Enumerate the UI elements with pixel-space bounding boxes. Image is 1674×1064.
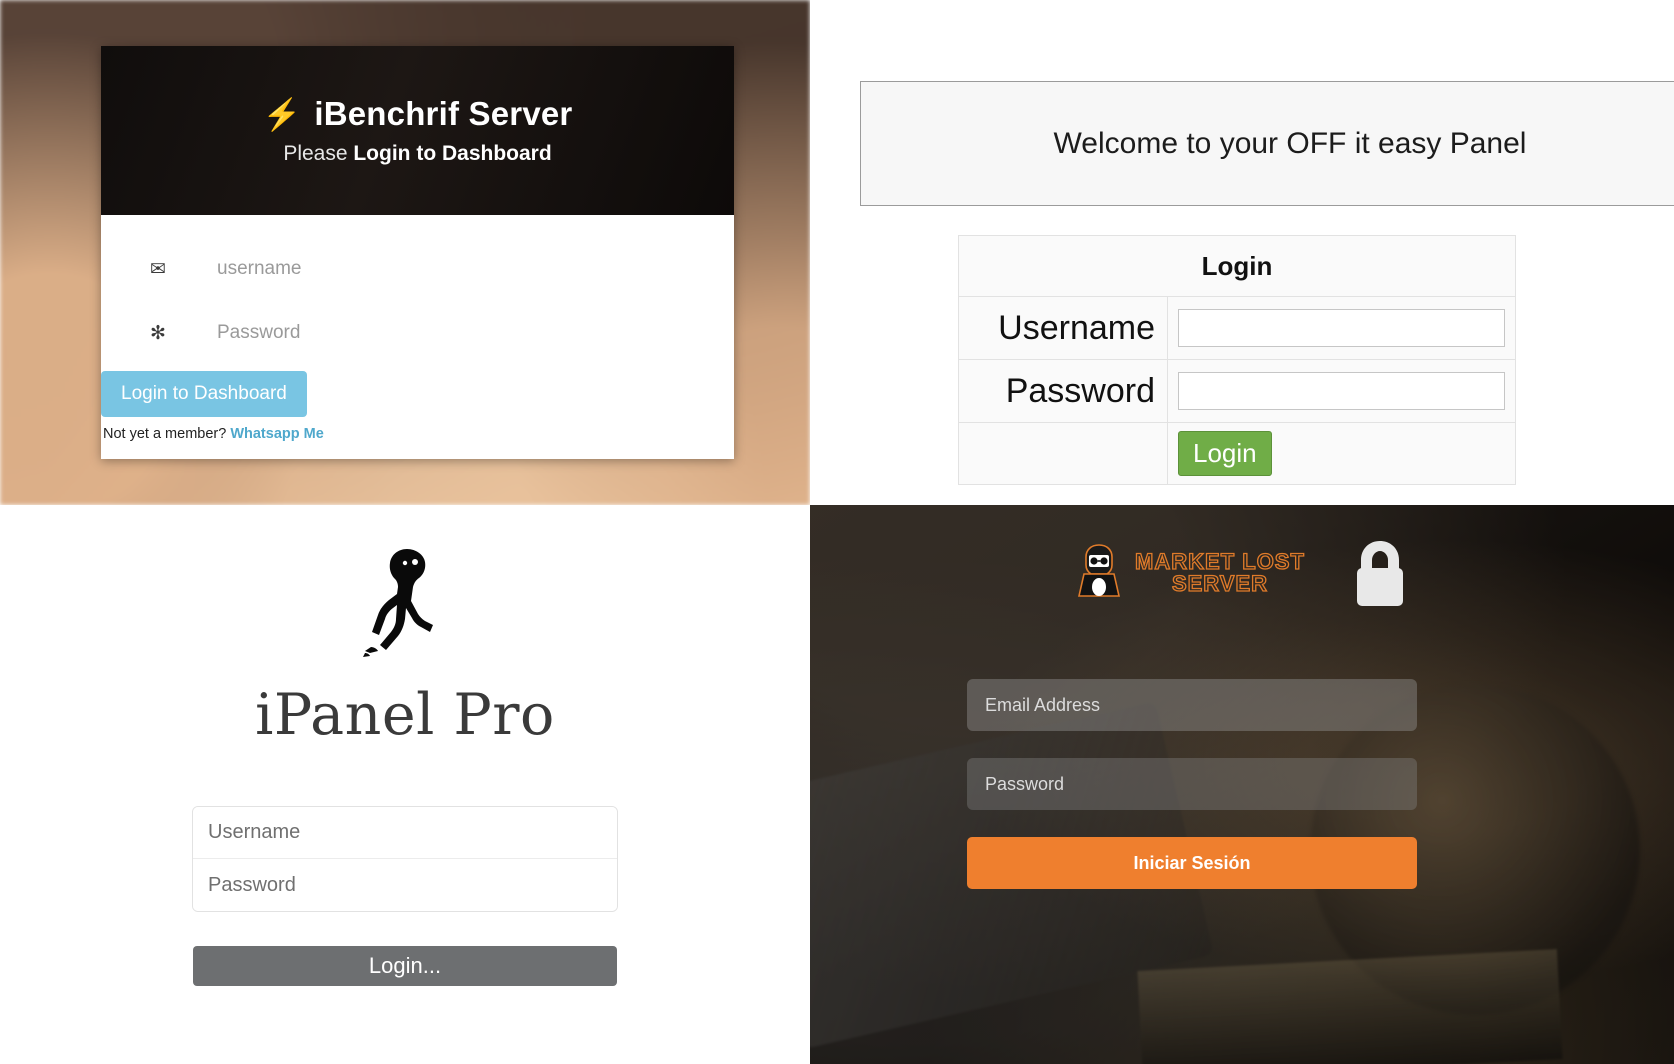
card-header: ⚡ iBenchrif Server Please Login to Dashb… xyxy=(101,46,734,215)
brand-line-1: MARKET LOST xyxy=(1134,549,1305,574)
email-input[interactable] xyxy=(967,679,1417,731)
login-screens-collage: ⚡ iBenchrif Server Please Login to Dashb… xyxy=(0,0,1674,1064)
empty-cell xyxy=(958,422,1168,485)
password-label: Password xyxy=(958,359,1168,423)
signup-footer: Not yet a member? Whatsapp Me xyxy=(101,417,734,442)
password-input[interactable] xyxy=(1178,372,1505,410)
username-input[interactable] xyxy=(1178,309,1505,347)
password-row[interactable]: ✻ Password xyxy=(101,301,734,365)
username-row[interactable]: ✉ username xyxy=(101,237,734,301)
username-row: Username xyxy=(958,296,1516,360)
card-subtitle: Please Login to Dashboard xyxy=(283,142,551,166)
login-button[interactable]: Login... xyxy=(193,946,617,986)
password-row: Password xyxy=(958,359,1516,423)
username-input[interactable]: username xyxy=(217,258,302,280)
asterisk-icon: ✻ xyxy=(150,322,166,344)
hacker-icon xyxy=(1078,544,1121,597)
panel-ipanel-pro: iPanel Pro Login... xyxy=(0,505,810,1064)
login-table-header: Login xyxy=(958,235,1516,297)
submit-cell: Login xyxy=(1167,422,1516,485)
login-card: ⚡ iBenchrif Server Please Login to Dashb… xyxy=(101,46,734,459)
brand-title: ⚡ iBenchrif Server xyxy=(263,95,573,133)
password-input[interactable] xyxy=(967,758,1417,810)
table-header-row: Login xyxy=(958,235,1516,297)
subtitle-prefix: Please xyxy=(283,142,354,165)
credentials-group xyxy=(192,806,618,912)
signup-text: Not yet a member? xyxy=(103,426,231,442)
brand-line-2: SERVER xyxy=(1171,571,1269,596)
username-cell xyxy=(1167,296,1516,360)
brand-wordmark: MARKET LOST SERVER xyxy=(1134,549,1305,596)
brand-title-text: iBenchrif Server xyxy=(314,95,573,132)
submit-row: Login xyxy=(958,422,1516,485)
username-label: Username xyxy=(958,296,1168,360)
panel-market-lost-server: MARKET LOST SERVER Iniciar Sesión xyxy=(810,505,1674,1064)
envelope-icon: ✉ xyxy=(150,258,166,280)
password-input[interactable]: Password xyxy=(217,322,300,344)
panel-ibenchrif-server: ⚡ iBenchrif Server Please Login to Dashb… xyxy=(0,0,810,505)
brand-title: iPanel Pro xyxy=(255,682,555,748)
padlock-icon xyxy=(1356,541,1403,606)
login-to-dashboard-button[interactable]: Login to Dashboard xyxy=(101,371,307,417)
brand-logo: MARKET LOST SERVER xyxy=(1073,542,1305,604)
welcome-text: Welcome to your OFF it easy Panel xyxy=(1053,126,1527,160)
login-button[interactable]: Login xyxy=(1178,431,1272,476)
card-body: ✉ username ✻ Password Login to Dashboard… xyxy=(101,215,734,459)
username-input[interactable] xyxy=(193,807,617,859)
password-input[interactable] xyxy=(193,859,617,911)
subtitle-strong: Login to Dashboard xyxy=(353,142,552,165)
walking-boy-silhouette-icon xyxy=(363,549,433,657)
brand-row: MARKET LOST SERVER xyxy=(810,537,1674,609)
login-table: Login Username Password Login xyxy=(958,235,1516,485)
welcome-banner: Welcome to your OFF it easy Panel xyxy=(860,81,1674,206)
panel-off-it-easy: Welcome to your OFF it easy Panel Login … xyxy=(810,0,1674,505)
iniciar-sesion-button[interactable]: Iniciar Sesión xyxy=(967,837,1417,889)
whatsapp-me-link[interactable]: Whatsapp Me xyxy=(230,426,323,442)
password-cell xyxy=(1167,359,1516,423)
bolt-icon: ⚡ xyxy=(262,96,302,132)
